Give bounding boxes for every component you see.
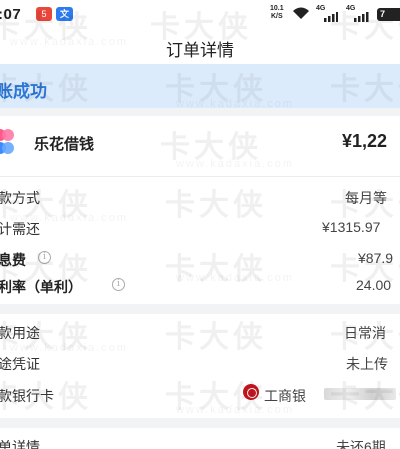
status-time: :07 bbox=[0, 6, 22, 23]
watermark-url: www.kadaxia.com bbox=[176, 158, 295, 170]
watermark-url: www.kadaxia.com bbox=[176, 404, 295, 416]
watermark-url: www.kadaxia.com bbox=[10, 36, 129, 48]
watermark-url: www.kadaxia.com bbox=[10, 212, 129, 224]
watermark-url: www.kadaxia.com bbox=[176, 272, 295, 284]
wifi-icon bbox=[293, 7, 309, 19]
interest-label: 息费 bbox=[0, 252, 26, 268]
purpose-value[interactable]: 日常消 bbox=[344, 323, 386, 343]
network-speed-value: 10.1 bbox=[270, 5, 284, 12]
voucher-value[interactable]: 未上传 bbox=[346, 354, 388, 374]
watermark-url: www.kadaxia.com bbox=[10, 342, 129, 354]
purpose-label: 款用途 bbox=[0, 325, 40, 341]
total-due-value: ¥1315.97 bbox=[322, 219, 381, 235]
bank-card-label: 款银行卡 bbox=[0, 388, 54, 404]
rate-value: 24.00 bbox=[356, 277, 392, 293]
rate-label: 利率（单利） bbox=[0, 279, 82, 295]
signal-icon bbox=[324, 12, 338, 22]
repay-method-label: 款方式 bbox=[0, 190, 40, 206]
voucher-label: 途凭证 bbox=[0, 356, 40, 372]
loan-details-card bbox=[0, 314, 400, 418]
masked-card-number bbox=[324, 388, 396, 400]
notification-badge-icon: 5 bbox=[36, 7, 52, 21]
installment-status: 未还6期 bbox=[336, 439, 386, 449]
info-icon[interactable]: i bbox=[38, 251, 51, 264]
network-speed-unit: K/S bbox=[270, 13, 283, 20]
product-name: 乐花借钱 bbox=[34, 136, 95, 153]
loan-amount: ¥1,22 bbox=[342, 131, 388, 151]
rate-info-icon[interactable]: i bbox=[112, 278, 125, 291]
repay-method-value: 每月等 bbox=[345, 190, 387, 206]
interest-value: ¥87.9 bbox=[358, 250, 394, 266]
status-banner-text: 账成功 bbox=[0, 82, 47, 101]
network-speed: 10.1 K/S bbox=[270, 5, 284, 21]
battery-icon: 7 bbox=[377, 8, 400, 21]
network-type-2: 4G bbox=[346, 5, 356, 12]
network-type-1: 4G bbox=[316, 5, 326, 12]
icbc-bank-icon bbox=[243, 384, 259, 400]
product-logo-icon bbox=[0, 129, 14, 154]
app-notification-icon: 文 bbox=[56, 7, 73, 21]
signal-icon-2 bbox=[354, 12, 369, 22]
watermark-url: www.kadaxia.com bbox=[176, 98, 295, 110]
order-details-label: 单详情 bbox=[0, 439, 40, 449]
bank-card-value: 工商银 bbox=[264, 388, 306, 404]
